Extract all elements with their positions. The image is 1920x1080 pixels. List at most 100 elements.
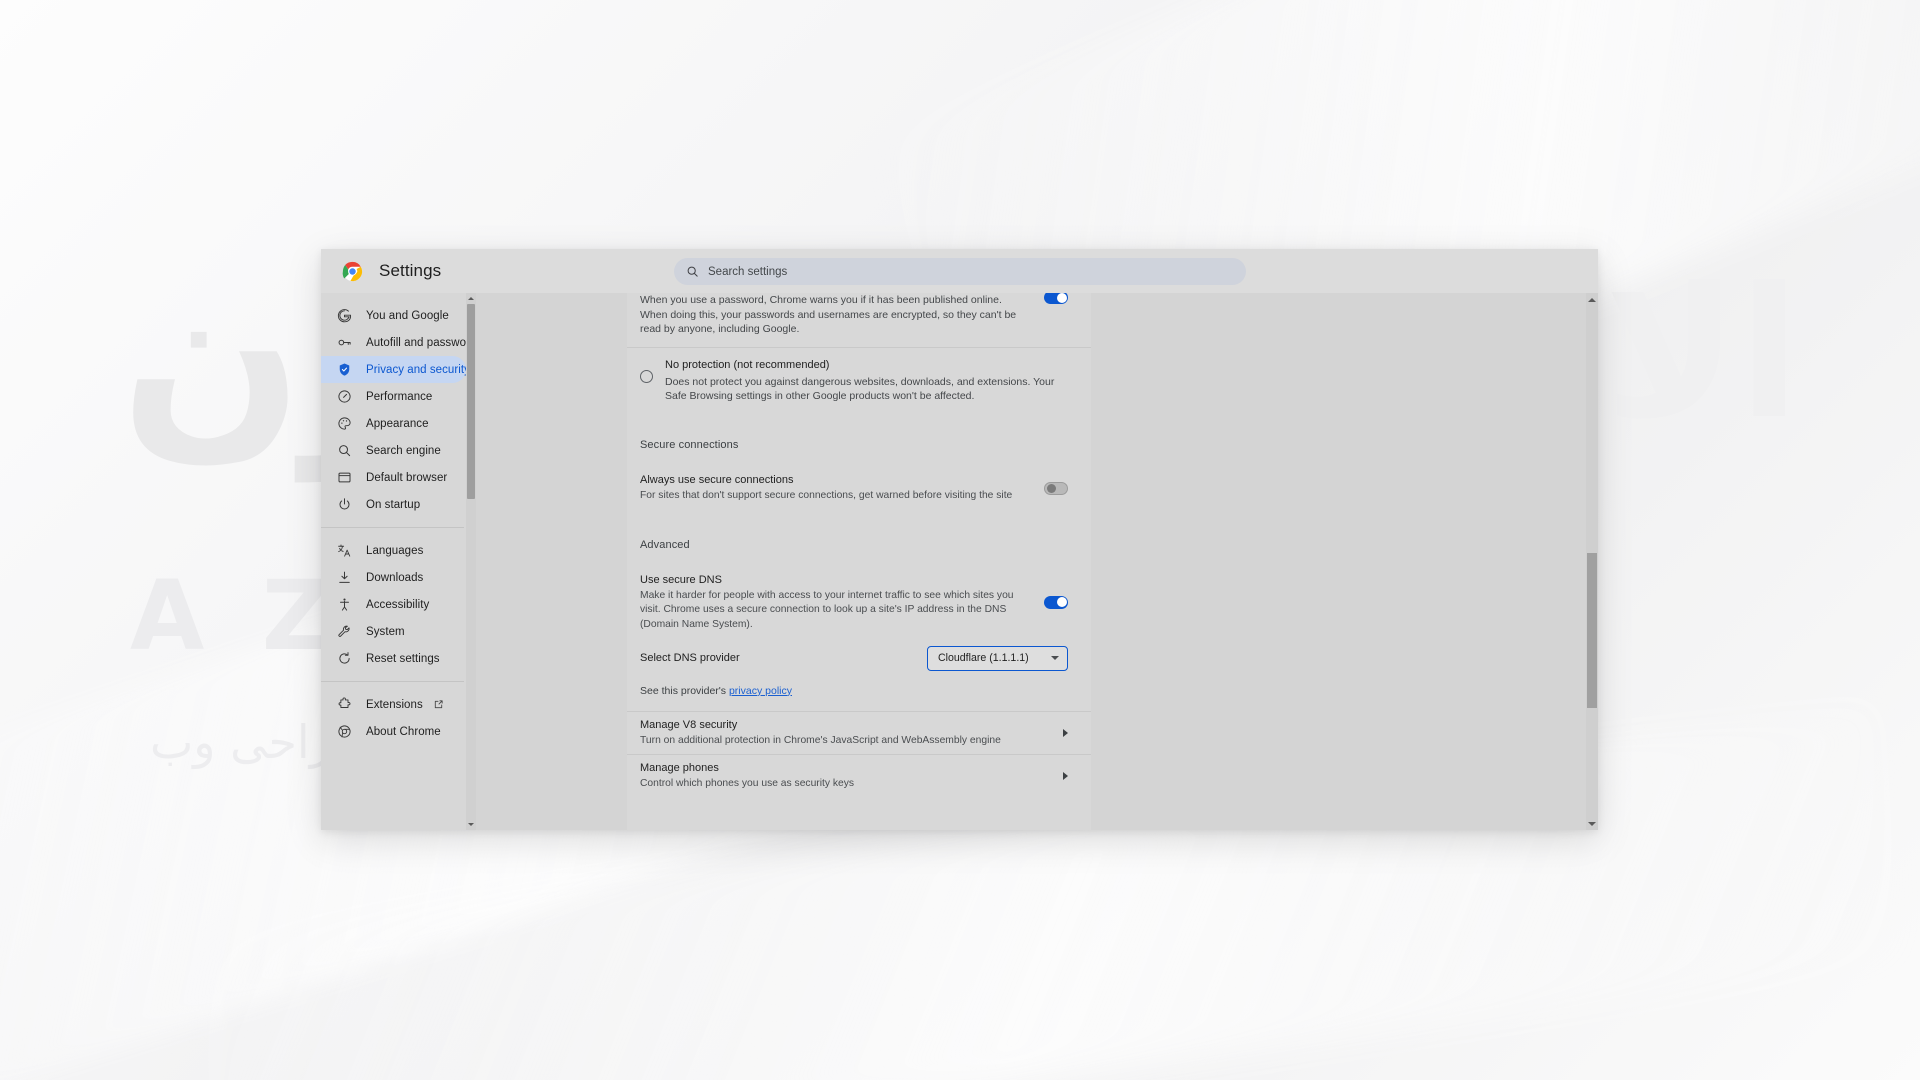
sidebar-item-label: Appearance [366, 417, 429, 430]
sidebar-item-autofill-and-passwords[interactable]: Autofill and passwords [321, 329, 476, 356]
always-use-secure-connections-row[interactable]: Always use secure connections For sites … [627, 467, 1091, 509]
sidebar-item-label: Accessibility [366, 598, 430, 611]
settings-content: When you use a password, Chrome warns yo… [476, 293, 1598, 830]
chrome-logo-icon [337, 724, 352, 739]
sidebar-item-downloads[interactable]: Downloads [321, 564, 466, 591]
accessibility-icon [337, 597, 352, 612]
sidebar-scroll-down-button[interactable] [466, 819, 476, 830]
chevron-down-icon [1051, 656, 1059, 661]
wrench-icon [337, 624, 352, 639]
dns-provider-value: Cloudflare (1.1.1.1) [938, 652, 1029, 665]
content-scroll-up-button[interactable] [1586, 293, 1598, 306]
sidebar-item-on-startup[interactable]: On startup [321, 491, 466, 518]
use-secure-dns-row[interactable]: Use secure DNS Make it harder for people… [627, 567, 1091, 638]
search-input[interactable] [708, 265, 1188, 278]
always-secure-toggle[interactable] [1044, 481, 1068, 495]
always-secure-description: For sites that don't support secure conn… [640, 489, 1013, 501]
dns-provider-select[interactable]: Cloudflare (1.1.1.1) [927, 645, 1068, 671]
manage-v8-description: Turn on additional protection in Chrome'… [640, 734, 1001, 746]
dns-provider-row: Select DNS provider Cloudflare (1.1.1.1) [627, 638, 1091, 679]
sidebar-item-label: Languages [366, 544, 424, 557]
password-leak-paragraph: When you use a password, Chrome warns yo… [640, 294, 1017, 336]
power-icon [337, 497, 352, 512]
secure-dns-description: Make it harder for people with access to… [640, 590, 1014, 630]
settings-window: Settings Search settings You and Google … [321, 249, 1598, 830]
desktop-background: الایفون A Z A D I S Y S طراحی وب سرعت با… [0, 0, 1920, 1080]
sidebar-item-you-and-google[interactable]: You and Google [321, 302, 466, 329]
chevron-right-icon [1063, 728, 1068, 737]
sidebar-item-label: Extensions [366, 698, 423, 711]
manage-phones-description: Control which phones you use as security… [640, 777, 855, 789]
content-scrollbar[interactable] [1586, 293, 1598, 830]
sidebar-item-about-chrome[interactable]: About Chrome [321, 718, 466, 745]
sidebar-item-label: System [366, 625, 405, 638]
toggle-knob [1056, 293, 1067, 303]
sidebar-item-label: Reset settings [366, 652, 440, 665]
sidebar-item-extensions[interactable]: Extensions [321, 691, 466, 718]
advanced-heading: Advanced [640, 539, 690, 552]
extension-icon [337, 697, 352, 712]
translate-icon [337, 543, 352, 558]
google-g-icon [337, 308, 352, 323]
sidebar-item-default-browser[interactable]: Default browser [321, 464, 466, 491]
sidebar-item-reset-settings[interactable]: Reset settings [321, 645, 466, 672]
palette-icon [337, 416, 352, 431]
no-protection-description: Does not protect you against dangerous w… [665, 375, 1055, 403]
provider-policy-prefix: See this provider's [640, 684, 729, 697]
sidebar-item-label: Performance [366, 390, 433, 403]
privacy-policy-link[interactable]: privacy policy [729, 685, 792, 697]
sidebar-item-performance[interactable]: Performance [321, 383, 466, 410]
settings-toolbar: Settings [321, 249, 1598, 293]
triangle-up-icon [468, 297, 474, 300]
secure-connections-heading: Secure connections [640, 438, 739, 451]
sidebar-scrollbar[interactable] [466, 293, 476, 830]
sidebar-item-search-engine[interactable]: Search engine [321, 437, 466, 464]
search-settings-box[interactable] [674, 258, 1246, 285]
sidebar-item-privacy-and-security[interactable]: Privacy and security [321, 356, 470, 383]
key-icon [337, 335, 352, 350]
sidebar-item-languages[interactable]: Languages [321, 537, 466, 564]
secure-dns-title: Use secure DNS [640, 574, 722, 587]
provider-policy-row: See this provider's privacy policy [627, 679, 1091, 711]
speedometer-icon [337, 389, 352, 404]
page-title: Settings [379, 261, 442, 280]
open-in-new-icon [434, 700, 443, 709]
sidebar-item-label: Downloads [366, 571, 424, 584]
manage-phones-row[interactable]: Manage phones Control which phones you u… [627, 755, 1091, 797]
secure-dns-toggle[interactable] [1044, 595, 1068, 609]
search-icon [687, 266, 698, 277]
sidebar-scrollbar-thumb[interactable] [467, 304, 475, 499]
dns-provider-label: Select DNS provider [640, 652, 740, 665]
settings-sidebar: You and Google Autofill and passwords Pr… [321, 293, 476, 830]
content-scroll-down-button[interactable] [1586, 817, 1598, 830]
manage-v8-title: Manage V8 security [640, 718, 738, 731]
sidebar-item-label: Search engine [366, 444, 441, 457]
browser-icon [337, 470, 352, 485]
sidebar-scroll-up-button[interactable] [466, 293, 476, 304]
password-leak-detection-row[interactable]: When you use a password, Chrome warns yo… [627, 293, 1091, 347]
sidebar-item-label: Autofill and passwords [366, 336, 476, 349]
triangle-down-icon [468, 823, 474, 826]
content-scrollbar-thumb[interactable] [1587, 553, 1597, 708]
sidebar-item-system[interactable]: System [321, 618, 466, 645]
radio-button-icon[interactable] [640, 369, 653, 383]
restore-icon [337, 651, 352, 666]
sidebar-item-appearance[interactable]: Appearance [321, 410, 466, 437]
manage-phones-title: Manage phones [640, 761, 719, 774]
sidebar-group-secondary: Languages Downloads Accessibility System… [321, 537, 476, 672]
sidebar-item-accessibility[interactable]: Accessibility [321, 591, 466, 618]
triangle-up-icon [1588, 297, 1596, 302]
no-protection-title: No protection (not recommended) [665, 358, 830, 371]
triangle-down-icon [1588, 821, 1596, 826]
toggle-knob [1056, 597, 1067, 608]
settings-body: You and Google Autofill and passwords Pr… [321, 293, 1598, 830]
sidebar-group-primary: You and Google Autofill and passwords Pr… [321, 302, 476, 518]
sidebar-item-label: Default browser [366, 471, 448, 484]
password-leak-toggle[interactable] [1044, 293, 1068, 304]
manage-v8-security-row[interactable]: Manage V8 security Turn on additional pr… [627, 712, 1091, 754]
chevron-right-icon [1063, 772, 1068, 781]
privacy-settings-card: When you use a password, Chrome warns yo… [627, 293, 1091, 830]
sidebar-divider [321, 681, 464, 682]
sidebar-item-label: On startup [366, 498, 421, 511]
no-protection-option[interactable]: No protection (not recommended) Does not… [627, 348, 1091, 415]
